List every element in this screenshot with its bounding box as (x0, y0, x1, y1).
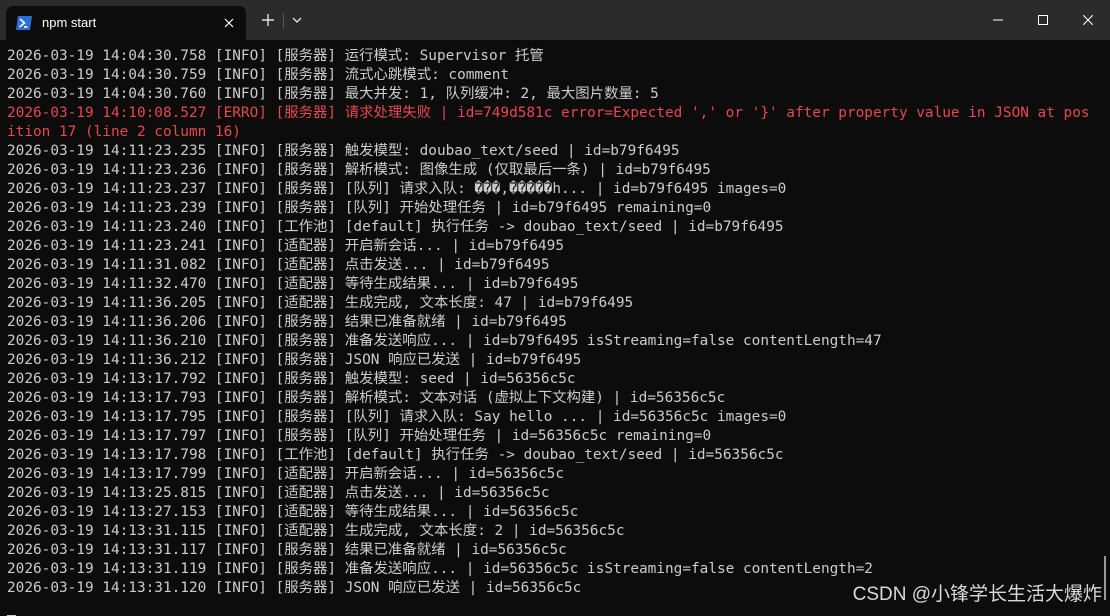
log-line: 2026-03-19 14:11:36.210 [INFO] [服务器] 准备发… (7, 333, 882, 349)
log-line: 2026-03-19 14:13:31.115 [INFO] [适配器] 生成完… (7, 523, 625, 539)
log-line: 2026-03-19 14:13:17.798 [INFO] [工作池] [de… (7, 447, 784, 463)
log-line: 2026-03-19 14:13:27.153 [INFO] [适配器] 等待生… (7, 504, 579, 520)
log-line: 2026-03-19 14:11:23.240 [INFO] [工作池] [de… (7, 219, 784, 235)
log-line: 2026-03-19 14:13:17.799 [INFO] [适配器] 开启新… (7, 466, 564, 482)
tab-npm-start[interactable]: npm start (6, 6, 246, 40)
log-line: 2026-03-19 14:11:36.205 [INFO] [适配器] 生成完… (7, 295, 634, 311)
log-line: 2026-03-19 14:11:36.212 [INFO] [服务器] JSO… (7, 352, 582, 368)
log-line: 2026-03-19 14:13:31.117 [INFO] [服务器] 结果已… (7, 542, 567, 558)
log-line: 2026-03-19 14:13:17.792 [INFO] [服务器] 触发模… (7, 371, 576, 387)
watermark: CSDN @小锋学长生活大爆炸 (852, 584, 1102, 605)
title-bar: npm start (0, 0, 1110, 40)
tab-close-icon[interactable] (220, 14, 238, 32)
log-line: 2026-03-19 14:11:23.235 [INFO] [服务器] 触发模… (7, 143, 680, 159)
log-line-error: 2026-03-19 14:10:08.527 [ERRO] [服务器] 请求处… (7, 105, 1090, 140)
maximize-icon (1038, 15, 1048, 25)
log-line: 2026-03-19 14:11:23.237 [INFO] [服务器] [队列… (7, 181, 787, 197)
minimize-button[interactable] (976, 0, 1020, 40)
log-line: 2026-03-19 14:11:36.206 [INFO] [服务器] 结果已… (7, 314, 567, 330)
log-line: 2026-03-19 14:04:30.759 [INFO] [服务器] 流式心… (7, 67, 510, 83)
maximize-button[interactable] (1021, 0, 1065, 40)
log-line: 2026-03-19 14:11:23.241 [INFO] [适配器] 开启新… (7, 238, 564, 254)
log-line: 2026-03-19 14:11:31.082 [INFO] [适配器] 点击发… (7, 257, 550, 273)
terminal-window: npm start 2026-03-19 14:04:30.758 [INFO]… (0, 0, 1110, 616)
tab-title: npm start (42, 15, 97, 30)
log-line: 2026-03-19 14:04:30.758 [INFO] [服务器] 运行模… (7, 48, 544, 64)
powershell-icon (16, 16, 32, 30)
close-icon (1083, 15, 1093, 25)
close-window-button[interactable] (1066, 0, 1110, 40)
log-line: 2026-03-19 14:11:32.470 [INFO] [适配器] 等待生… (7, 276, 579, 292)
log-line: 2026-03-19 14:11:23.239 [INFO] [服务器] [队列… (7, 200, 712, 216)
log-line: 2026-03-19 14:13:17.797 [INFO] [服务器] [队列… (7, 428, 712, 444)
terminal-output[interactable]: 2026-03-19 14:04:30.758 [INFO] [服务器] 运行模… (0, 47, 1110, 616)
log-line: 2026-03-19 14:13:17.795 [INFO] [服务器] [队列… (7, 409, 787, 425)
log-line: 2026-03-19 14:11:23.236 [INFO] [服务器] 解析模… (7, 162, 711, 178)
chevron-down-icon (292, 17, 302, 23)
log-line: 2026-03-19 14:13:31.119 [INFO] [服务器] 准备发… (7, 561, 873, 577)
log-line: 2026-03-19 14:13:17.793 [INFO] [服务器] 解析模… (7, 390, 726, 406)
scrollbar-thumb[interactable] (1104, 556, 1106, 600)
new-tab-button[interactable] (256, 0, 280, 40)
plus-icon (262, 14, 274, 26)
tab-dropdown-button[interactable] (288, 0, 306, 40)
titlebar-divider (283, 13, 284, 29)
minimize-icon (993, 19, 1003, 21)
log-line: 2026-03-19 14:13:25.815 [INFO] [适配器] 点击发… (7, 485, 550, 501)
log-line: 2026-03-19 14:04:30.760 [INFO] [服务器] 最大并… (7, 86, 659, 102)
